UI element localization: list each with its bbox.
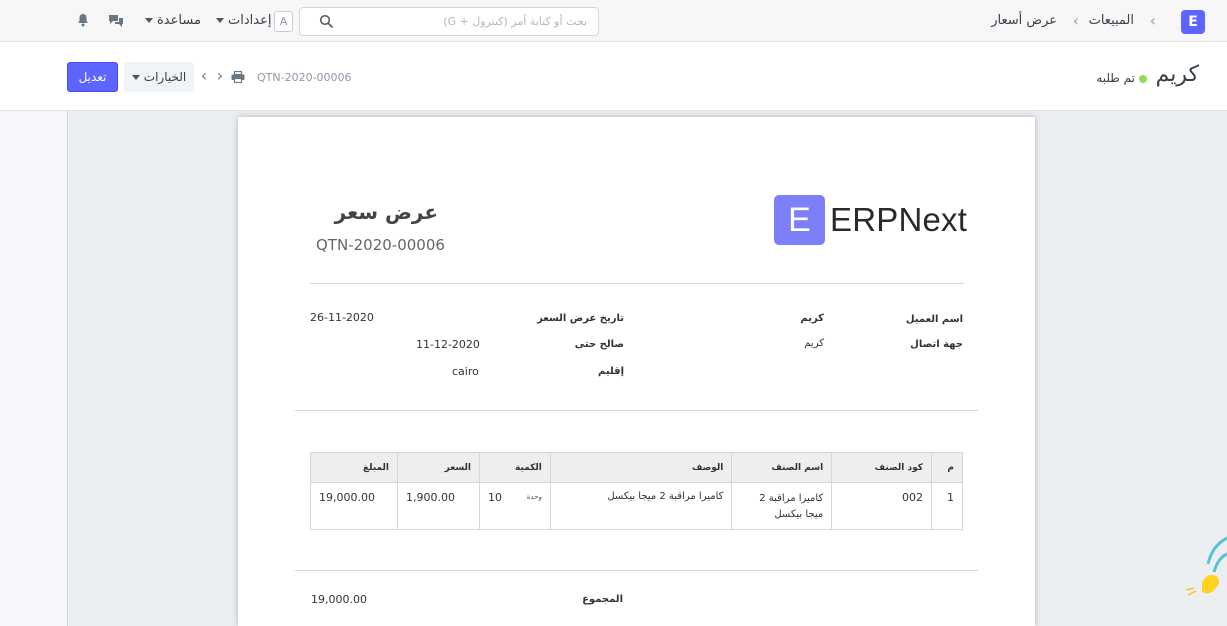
edit-button[interactable]: تعديل — [67, 62, 118, 92]
territory-value: cairo — [452, 365, 479, 378]
awesome-bar-search[interactable]: بحث أو كتابة أمر (كنترول + G) — [299, 7, 599, 36]
cell-qty: 10 وحدة — [478, 482, 551, 530]
cell-amount: 19,000.00 — [309, 482, 399, 530]
cell-rate: 1,900.00 — [397, 482, 480, 530]
items-table: م كود الصنف اسم الصنف الوصف الكمية السعر… — [309, 452, 963, 530]
valid-till-label: صالح حتى — [574, 339, 624, 350]
print-heading: عرض سعر — [334, 200, 438, 224]
navbar: E ‹ المبيعات ‹ عرض أسعار بحث أو كتابة أم… — [0, 0, 1227, 42]
settings-menu[interactable]: إعدادات — [216, 13, 271, 28]
previous-doc-icon[interactable]: ‹ — [197, 67, 211, 85]
print-icon[interactable] — [231, 71, 245, 83]
bell-icon[interactable] — [76, 13, 90, 27]
contact-label: جهة اتصال — [910, 339, 963, 350]
total-label: المجموع — [582, 594, 623, 605]
next-doc-icon[interactable]: › — [213, 67, 227, 85]
status-label: تم طلبه — [1096, 71, 1135, 85]
print-doc-id: QTN-2020-00006 — [316, 236, 445, 254]
print-format-page: E ERPNext عرض سعر QTN-2020-00006 اسم الع… — [238, 117, 1035, 626]
cell-item-code: 002 — [831, 482, 933, 530]
page-head: كريم تم طلبه تعديل الخيارات ‹ › QTN-2020… — [0, 42, 1227, 111]
breadcrumb-quotations[interactable]: عرض أسعار — [991, 13, 1057, 28]
col-rate-header: السعر — [397, 452, 480, 483]
cell-description: كاميرا مراقبة 2 ميجا بيكسل — [549, 482, 733, 530]
caret-down-icon — [145, 18, 153, 23]
search-icon — [319, 14, 333, 28]
caret-down-icon — [131, 75, 140, 80]
erpnext-logo-text: ERPNext — [830, 201, 968, 238]
options-button[interactable]: الخيارات — [124, 62, 194, 92]
help-menu[interactable]: مساعدة — [145, 13, 201, 28]
cell-idx: 1 — [931, 482, 963, 530]
customer-name-value: كريم — [800, 313, 824, 324]
col-amount-header: المبلغ — [309, 452, 399, 483]
col-item-name-header: اسم الصنف — [731, 452, 833, 483]
chevron-left-icon: ‹ — [1072, 11, 1079, 30]
customer-name-label: اسم العميل — [905, 314, 963, 325]
qty-value: 10 — [487, 491, 502, 504]
col-qty-header: الكمية — [478, 452, 551, 483]
col-description-header: الوصف — [549, 452, 733, 483]
breadcrumb-selling[interactable]: المبيعات — [1089, 13, 1134, 28]
search-placeholder: بحث أو كتابة أمر (كنترول + G) — [443, 15, 587, 28]
quotation-date-value: 26-11-2020 — [310, 311, 374, 324]
col-idx-header: م — [931, 452, 963, 483]
chat-icon[interactable] — [108, 13, 124, 29]
status-dot-icon — [1139, 74, 1147, 83]
waving-hands-icon[interactable] — [1184, 520, 1227, 600]
table-row: 1 002 كاميرا مراقبة 2 ميجا بيكسل كاميرا … — [309, 482, 963, 530]
cell-item-name: كاميرا مراقبة 2 ميجا بيكسل — [731, 482, 833, 530]
territory-label: إقليم — [598, 366, 624, 377]
total-value: 19,000.00 — [311, 593, 367, 606]
status-indicator: تم طلبه — [1096, 71, 1147, 85]
page-title: كريم — [1155, 62, 1199, 87]
table-header-row: م كود الصنف اسم الصنف الوصف الكمية السعر… — [309, 452, 963, 483]
contact-value: كريم — [804, 338, 824, 349]
col-item-code-header: كود الصنف — [831, 452, 933, 483]
chevron-left-icon: ‹ — [1149, 11, 1156, 30]
document-id: QTN-2020-00006 — [257, 71, 352, 84]
valid-till-value: 11-12-2020 — [416, 338, 480, 351]
divider — [295, 410, 978, 411]
settings-label: إعدادات — [228, 13, 272, 28]
divider — [295, 570, 978, 571]
quotation-date-label: تاريخ عرض السعر — [537, 313, 624, 324]
app-logo[interactable]: E — [1181, 10, 1205, 34]
options-label: الخيارات — [143, 70, 187, 84]
language-badge[interactable]: A — [274, 11, 293, 32]
help-label: مساعدة — [157, 13, 201, 28]
divider — [310, 283, 964, 284]
caret-down-icon — [216, 18, 224, 23]
uom-value: وحدة — [526, 493, 542, 501]
erpnext-logo-mark: E — [774, 195, 825, 245]
